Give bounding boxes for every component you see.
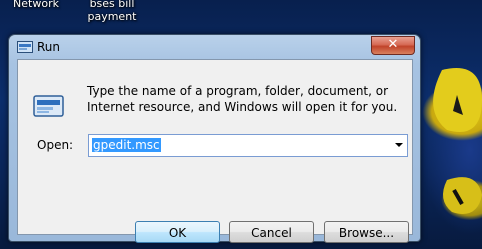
cancel-button-label: Cancel	[251, 226, 292, 240]
open-combobox[interactable]: gpedit.msc	[88, 134, 408, 157]
run-icon	[17, 41, 33, 53]
open-input[interactable]: gpedit.msc	[92, 138, 161, 152]
ok-button-label: OK	[168, 226, 187, 240]
window-title: Run	[37, 40, 61, 54]
ok-button[interactable]: OK	[135, 221, 220, 243]
description-text: Type the name of a program, folder, docu…	[87, 84, 398, 114]
browse-button[interactable]: Browse...	[324, 221, 409, 243]
desktop-icon-label-line2: payment	[87, 10, 137, 23]
open-label: Open:	[37, 138, 74, 152]
dropdown-arrow-icon[interactable]	[395, 143, 403, 147]
run-program-icon	[33, 95, 64, 117]
title-bar[interactable]: Run ✕	[9, 35, 420, 59]
close-icon: ✕	[387, 37, 399, 52]
browse-button-label: Browse...	[338, 226, 395, 240]
close-button[interactable]: ✕	[371, 36, 415, 55]
run-dialog: Run ✕ Type the name of a program, folder…	[8, 34, 421, 243]
desktop-icon-label-line1: bses bill	[89, 0, 135, 10]
desktop-icon-label: Network	[13, 0, 59, 10]
desktop-icon-bses-bill-payment[interactable]: bses bill payment	[84, 0, 140, 23]
desktop-icon-network[interactable]: Network	[10, 0, 62, 10]
dialog-body: Type the name of a program, folder, docu…	[17, 59, 413, 243]
cancel-button[interactable]: Cancel	[229, 221, 314, 243]
